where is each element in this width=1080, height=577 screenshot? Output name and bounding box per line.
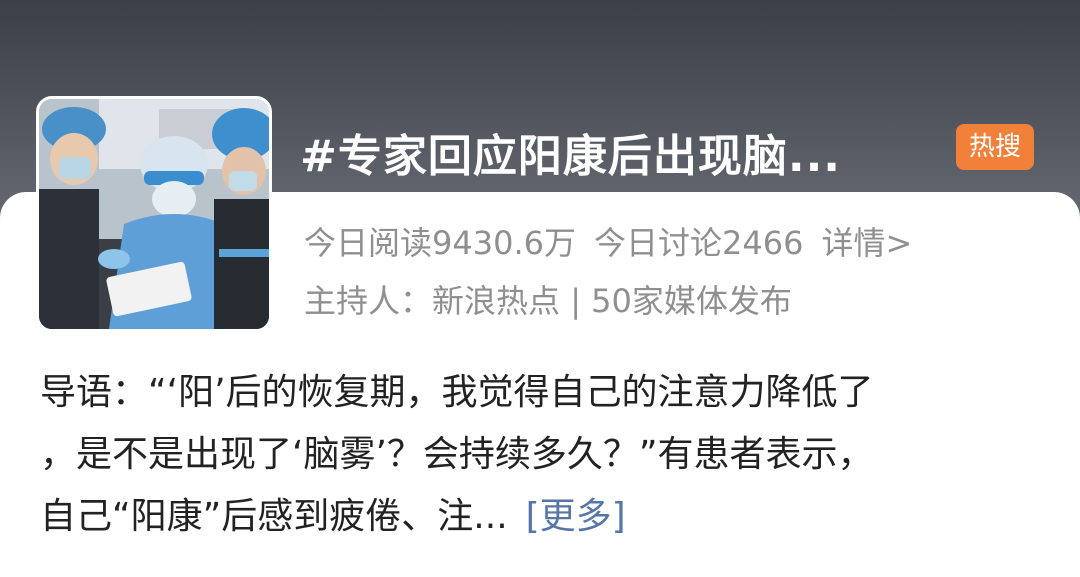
topic-summary: 导语：“‘阳’后的恢复期，我觉得自己的注意力降低了 ，是不是出现了‘脑雾’？会持… bbox=[40, 362, 1050, 548]
topic-title: #专家回应阳康后出现脑... bbox=[300, 131, 842, 182]
details-link[interactable]: 详情> bbox=[821, 224, 912, 262]
host-info: 主持人：新浪热点 | 50家媒体发布 bbox=[304, 276, 792, 322]
medical-staff-photo-icon bbox=[39, 99, 269, 329]
topic-stats: 今日阅读9430.6万 今日讨论2466 详情> bbox=[304, 218, 930, 264]
media-count[interactable]: 50家媒体发布 bbox=[591, 282, 792, 320]
summary-line: ，是不是出现了‘脑雾’？会持续多久？”有患者表示， bbox=[40, 434, 874, 475]
discussion-count: 今日讨论2466 bbox=[593, 224, 804, 262]
host-separator: | bbox=[560, 282, 592, 320]
host-name[interactable]: 新浪热点 bbox=[432, 282, 560, 320]
more-link[interactable]: [更多] bbox=[526, 496, 626, 537]
host-label: 主持人： bbox=[304, 282, 433, 320]
summary-line: 自己“阳康”后感到疲倦、注... bbox=[40, 496, 508, 537]
hot-search-badge: 热搜 bbox=[956, 124, 1034, 170]
summary-line-last: 自己“阳康”后感到疲倦、注... [更多] bbox=[40, 486, 1050, 548]
topic-page: #专家回应阳康后出现脑... 热搜 今日阅读9430.6万 今日讨论2466 详情>… bbox=[0, 0, 1080, 577]
summary-line: 导语：“‘阳’后的恢复期，我觉得自己的注意力降低了 bbox=[40, 372, 874, 413]
topic-thumbnail[interactable] bbox=[36, 96, 272, 332]
read-count: 今日阅读9430.6万 bbox=[304, 224, 576, 262]
